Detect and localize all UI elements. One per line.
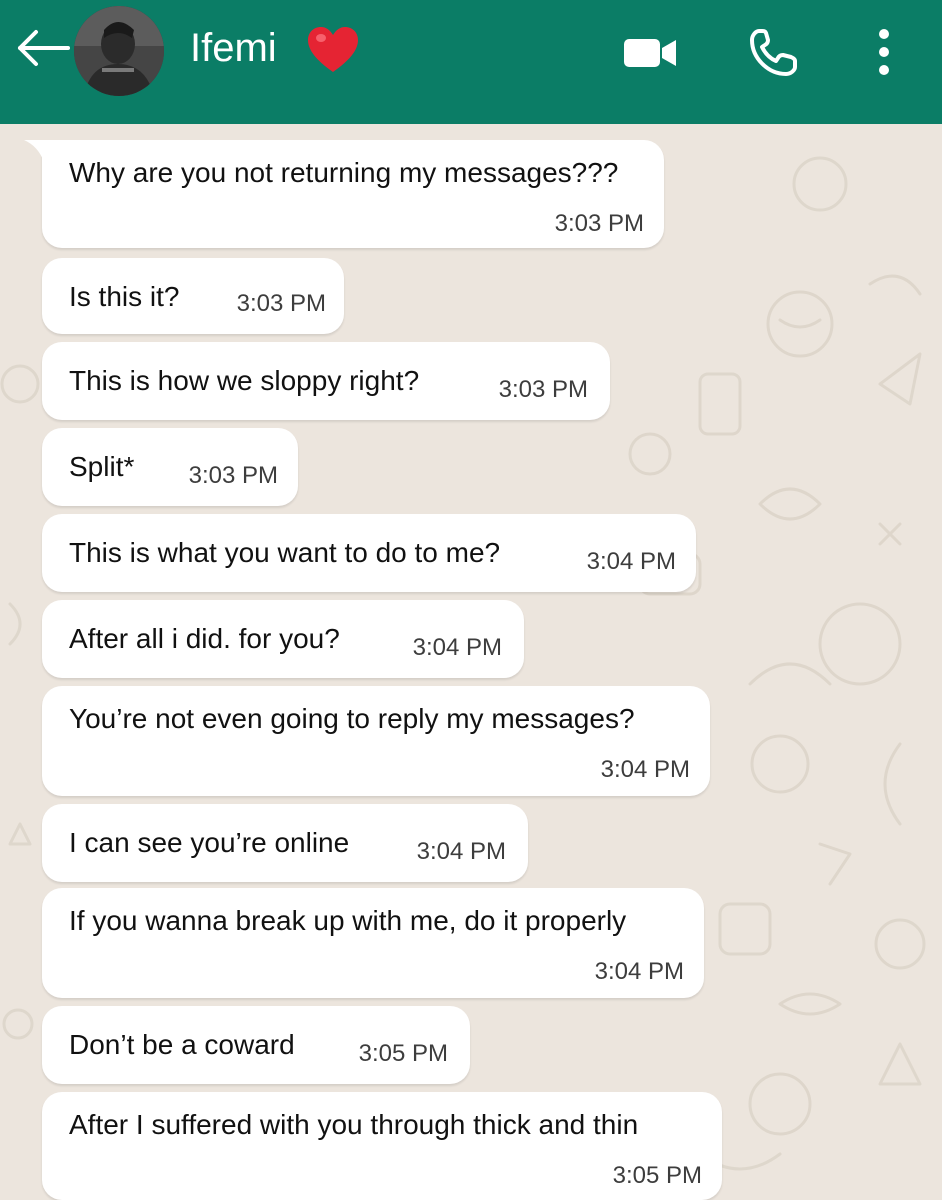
message-bubble[interactable]: This is what you want to do to me? 3:04 …	[42, 514, 696, 592]
message-text: Is this it?	[69, 281, 180, 312]
message-text: Why are you not returning my messages???	[69, 157, 619, 188]
message-bubble[interactable]: Don’t be a coward 3:05 PM	[42, 1006, 470, 1084]
message-time: 3:04 PM	[600, 756, 690, 783]
message-text: This is what you want to do to me?	[69, 537, 501, 568]
contact-name[interactable]: Ifemi	[190, 22, 277, 74]
avatar[interactable]	[74, 6, 164, 96]
bubble-tail	[24, 140, 44, 162]
message-bubble[interactable]: This is how we sloppy right? 3:03 PM	[42, 342, 610, 420]
message-bubble[interactable]: Is this it? 3:03 PM	[42, 258, 344, 334]
message-bubble[interactable]: Why are you not returning my messages???…	[24, 140, 664, 248]
message-time: 3:04 PM	[586, 548, 676, 575]
message-text: Don’t be a coward	[69, 1029, 295, 1060]
message-bubble[interactable]: You’re not even going to reply my messag…	[42, 686, 710, 796]
message-text: After I suffered with you through thick …	[69, 1109, 639, 1140]
message-time: 3:05 PM	[612, 1162, 702, 1189]
message-time: 3:04 PM	[412, 634, 502, 661]
phone-icon[interactable]	[748, 28, 800, 78]
more-menu-icon[interactable]	[866, 26, 902, 78]
chat-header: Ifemi	[0, 0, 942, 124]
message-bubble[interactable]: After I suffered with you through thick …	[42, 1092, 722, 1200]
message-bubble[interactable]: If you wanna break up with me, do it pro…	[42, 888, 704, 998]
message-text: I can see you’re online	[69, 827, 350, 858]
back-arrow-icon[interactable]	[14, 28, 70, 68]
message-time: 3:03 PM	[236, 290, 326, 317]
message-time: 3:04 PM	[594, 958, 684, 985]
message-text: This is how we sloppy right?	[69, 365, 420, 396]
message-time: 3:03 PM	[188, 462, 278, 489]
video-call-icon[interactable]	[622, 36, 678, 70]
message-bubble[interactable]: I can see you’re online 3:04 PM	[42, 804, 528, 882]
message-text: After all i did. for you?	[69, 623, 340, 654]
heart-icon	[308, 27, 358, 72]
message-time: 3:03 PM	[498, 376, 588, 403]
message-time: 3:04 PM	[416, 838, 506, 865]
message-bubble[interactable]: Split* 3:03 PM	[42, 428, 298, 506]
message-text: You’re not even going to reply my messag…	[69, 703, 635, 734]
message-text: Split*	[69, 451, 135, 482]
chat-area[interactable]: Why are you not returning my messages???…	[0, 124, 942, 1200]
message-text: If you wanna break up with me, do it pro…	[69, 905, 627, 936]
message-bubble[interactable]: After all i did. for you? 3:04 PM	[42, 600, 524, 678]
message-time: 3:05 PM	[358, 1040, 448, 1067]
message-time: 3:03 PM	[554, 210, 644, 237]
